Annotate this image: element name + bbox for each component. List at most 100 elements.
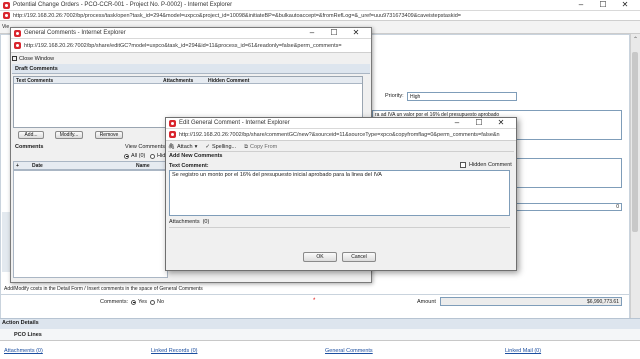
draft-comments-header: Draft Comments xyxy=(12,64,370,74)
col-hidden-comment: Hidden Comment xyxy=(208,77,250,84)
required-mark: * xyxy=(313,298,316,304)
hidden-comment-label: Hidden Comment xyxy=(469,162,512,168)
main-url: http://192.168.20.26:7002/bp/process/tas… xyxy=(13,12,461,19)
comments-no-radio[interactable]: No xyxy=(150,299,164,305)
maximize-icon[interactable]: ☐ xyxy=(323,28,345,37)
gc-url: http://192.168.20.26:7002/bp/share/editG… xyxy=(24,42,342,49)
cancel-button[interactable]: Cancel xyxy=(342,252,376,262)
amount-label: Amount xyxy=(417,299,436,305)
spelling-label: Spelling... xyxy=(211,144,237,150)
amount-field: $6,990,773.61 xyxy=(440,297,622,306)
copy-from-label: Copy From xyxy=(250,144,278,150)
minimize-icon[interactable]: – xyxy=(446,118,468,127)
divider xyxy=(0,294,630,295)
minimize-icon[interactable]: – xyxy=(570,0,592,9)
attach-label: Attach xyxy=(176,144,193,150)
view-all-label: All (0) xyxy=(131,153,146,159)
gc-titlebar: General Comments - Internet Explorer – ☐… xyxy=(11,28,371,39)
left-tab-strip xyxy=(2,212,10,272)
ie-icon xyxy=(3,12,10,19)
comments-label: Comments: xyxy=(100,299,129,305)
edit-window-controls: – ☐ ✕ xyxy=(446,118,512,127)
main-left-stub: Vie xyxy=(2,24,10,30)
radio-icon xyxy=(131,299,136,305)
close-window-button[interactable]: Close Window xyxy=(12,54,72,63)
edit-url: http://192.168.20.26:7002/bp/share/comme… xyxy=(179,131,500,138)
gc-address-bar[interactable]: http://192.168.20.26:7002/bp/share/editG… xyxy=(11,39,371,53)
action-details-bar xyxy=(0,318,640,329)
gc-window-controls: – ☐ ✕ xyxy=(301,28,367,37)
chevron-up-icon[interactable]: ⌃ xyxy=(633,36,638,43)
hidden-comment-checkbox[interactable]: Hidden Comment xyxy=(460,162,512,168)
edit-address-bar[interactable]: http://192.168.20.26:7002/bp/share/comme… xyxy=(166,129,516,141)
yes-label: Yes xyxy=(138,299,147,305)
no-label: No xyxy=(157,299,165,305)
add-comment-button[interactable]: Add... xyxy=(18,131,44,139)
minimize-icon[interactable]: – xyxy=(301,28,323,37)
maximize-icon[interactable]: ☐ xyxy=(468,118,490,127)
divider xyxy=(169,227,510,228)
main-scrollbar-thumb[interactable] xyxy=(632,52,638,232)
edit-titlebar: Edit General Comment - Internet Explorer… xyxy=(166,118,516,129)
footer-attachments-link[interactable]: Attachments (0) xyxy=(4,348,43,354)
ie-icon xyxy=(14,29,21,37)
close-icon[interactable]: ✕ xyxy=(345,28,367,37)
copy-icon: ⧉ xyxy=(244,143,249,150)
paperclip-icon: 🖇 xyxy=(168,144,175,150)
tab-action-details[interactable]: Action Details xyxy=(2,320,39,326)
col-name: Name xyxy=(136,163,150,169)
view-hidden-radio[interactable]: Hid xyxy=(150,153,165,159)
copy-from-button[interactable]: ⧉ Copy From xyxy=(244,144,277,151)
priority-label: Priority: xyxy=(385,93,404,99)
comments-yes-radio[interactable]: Yes xyxy=(131,299,147,305)
close-window-label: Close Window xyxy=(19,55,55,62)
spelling-button[interactable]: ✓ Spelling... xyxy=(205,144,236,150)
attachments-count: (0) xyxy=(202,219,210,225)
tab-pco-lines[interactable]: PCO Lines xyxy=(14,332,42,338)
edit-toolbar: 🖇 Attach ▾ ✓ Spelling... ⧉ Copy From xyxy=(168,143,514,152)
linked-mail-link[interactable]: Linked Mail (0) xyxy=(505,348,541,354)
attachments-row: Attachments (0) xyxy=(169,218,510,226)
main-window-titlebar: Potential Change Orders - PCO-CCR-001 - … xyxy=(0,0,640,11)
expand-icon: + xyxy=(16,163,19,169)
ie-icon xyxy=(169,119,176,127)
col-attachments: Attachments xyxy=(163,77,194,84)
comment-text: Se registro un monto por el 16% del pres… xyxy=(172,172,382,178)
instructions-text: Add/Modify costs in the Detail Form / In… xyxy=(4,286,203,292)
maximize-icon[interactable]: ☐ xyxy=(592,0,614,9)
draft-table-header: Text Comments Attachments Hidden Comment xyxy=(14,77,362,84)
close-icon[interactable]: ✕ xyxy=(490,118,512,127)
close-icon[interactable]: ✕ xyxy=(614,0,636,9)
attach-button[interactable]: 🖇 Attach ▾ xyxy=(168,144,197,150)
col-date: Date xyxy=(32,163,43,169)
comments-list xyxy=(13,170,168,278)
main-window-controls: – ☐ ✕ xyxy=(570,0,636,9)
view-all-radio[interactable]: All (0) xyxy=(124,153,145,159)
radio-icon xyxy=(150,299,155,305)
comments-list-header: + Date Name xyxy=(13,161,168,170)
main-window-title: Potential Change Orders - PCO-CCR-001 - … xyxy=(13,2,233,8)
general-comments-link[interactable]: General Comments xyxy=(325,348,373,354)
ok-button[interactable]: OK xyxy=(303,252,337,262)
chevron-down-icon: ▾ xyxy=(194,144,198,150)
comment-textarea[interactable]: Se registro un monto por el 16% del pres… xyxy=(169,170,510,216)
main-address-bar[interactable]: http://192.168.20.26:7002/bp/process/tas… xyxy=(0,11,640,21)
modify-comment-button[interactable]: Modify... xyxy=(55,131,83,139)
checkbox-icon xyxy=(460,162,466,168)
spellcheck-icon: ✓ xyxy=(205,144,210,150)
radio-icon xyxy=(150,153,155,159)
pco-lines-bar xyxy=(0,329,640,341)
ie-icon xyxy=(14,42,21,49)
priority-field[interactable]: High xyxy=(407,92,517,101)
linked-records-link[interactable]: Linked Records (0) xyxy=(151,348,197,354)
main-footer xyxy=(0,341,640,359)
edit-title: Edit General Comment - Internet Explorer xyxy=(179,120,290,126)
amount-zero-field[interactable]: 0 xyxy=(516,203,622,211)
view-comments-label: View Comments xyxy=(125,144,165,150)
radio-icon xyxy=(124,153,129,159)
ie-icon xyxy=(169,131,176,138)
add-new-comments-heading: Add New Comments xyxy=(169,153,223,159)
col-text-comments: Text Comments xyxy=(16,77,54,84)
text-comment-label: Text Comment: xyxy=(169,163,209,169)
remove-comment-button[interactable]: Remove xyxy=(95,131,123,139)
